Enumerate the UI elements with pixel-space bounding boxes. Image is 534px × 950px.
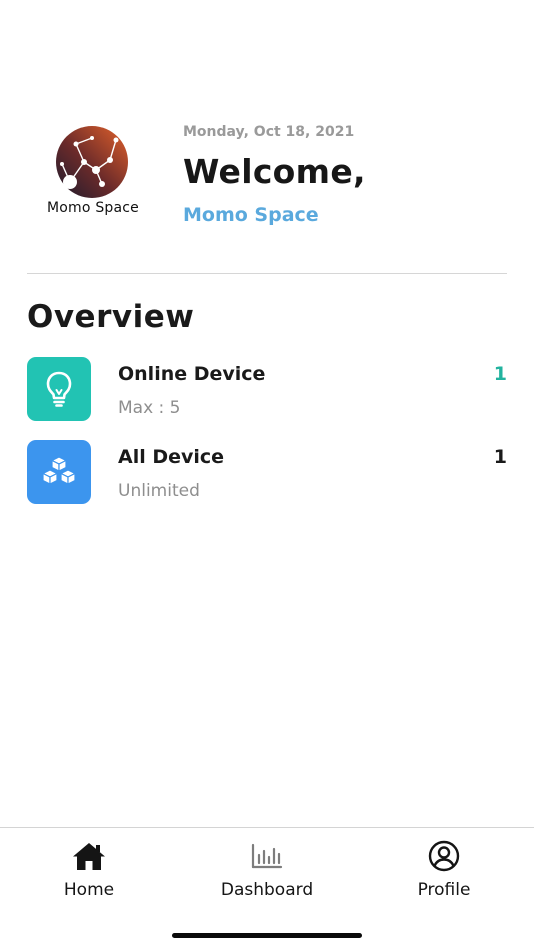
device-count: 1 [493,363,507,385]
user-circle-icon [374,840,514,872]
boxes-icon [27,440,91,504]
device-subtitle: Unlimited [118,481,200,501]
nav-label: Profile [417,880,471,900]
device-title: Online Device [118,363,266,385]
all-device-card[interactable]: All Device Unlimited 1 [27,440,507,504]
current-date: Monday, Oct 18, 2021 [183,124,355,140]
home-indicator[interactable] [172,933,362,938]
home-icon [19,840,159,872]
device-subtitle: Max : 5 [118,398,181,418]
device-count: 1 [493,446,507,468]
welcome-title: Welcome, [183,152,366,191]
lightbulb-icon [27,357,91,421]
overview-title: Overview [27,299,195,335]
welcome-header: Momo Space Monday, Oct 18, 2021 Welcome,… [0,0,534,274]
bar-chart-icon [197,840,337,872]
device-title: All Device [118,446,225,468]
app-logo: Momo Space [40,126,146,222]
home-screen: Momo Space Monday, Oct 18, 2021 Welcome,… [0,0,534,950]
online-device-card[interactable]: Online Device Max : 5 1 [27,357,507,421]
nav-item-profile[interactable]: Profile [374,840,514,904]
nav-label: Dashboard [220,880,314,900]
welcome-block: Monday, Oct 18, 2021 Welcome, Momo Space [183,122,366,228]
header-divider [27,273,507,274]
user-name: Momo Space [183,204,319,226]
logo-text: Momo Space [47,200,139,216]
bottom-nav: Home Dashboard Profile [0,827,534,950]
nav-item-dashboard[interactable]: Dashboard [197,840,337,904]
nav-label: Home [63,880,115,900]
nav-item-home[interactable]: Home [19,840,159,904]
